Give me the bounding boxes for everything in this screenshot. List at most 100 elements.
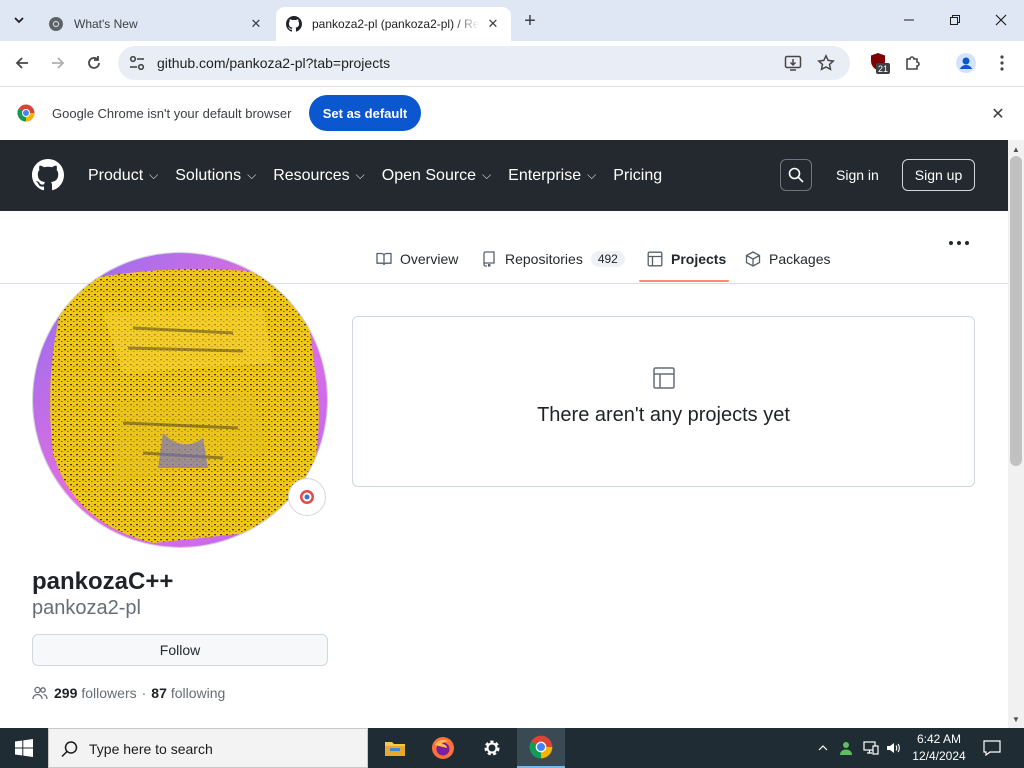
clock-date: 12/4/2024 [912,749,966,763]
sign-in-link[interactable]: Sign in [836,167,879,183]
chevron-up-icon [818,745,828,751]
table-icon [647,251,663,267]
nav-solutions[interactable]: Solutions ⌵ [175,167,256,185]
extensions-button[interactable] [899,49,927,77]
close-tab-icon[interactable]: ✕ [248,16,264,32]
extension-ublock-button[interactable]: 21 [865,49,893,77]
tab-projects[interactable]: Projects [647,247,726,271]
address-bar[interactable]: github.com/pankoza2-pl?tab=projects [118,46,850,80]
scrollbar-thumb[interactable] [1010,156,1022,466]
taskbar-search-placeholder: Type here to search [89,741,213,757]
chrome-menu-button[interactable] [988,49,1016,77]
reload-button[interactable] [80,49,108,77]
tab-whats-new[interactable]: What's New ✕ [38,7,274,41]
nav-label: Product [88,166,144,184]
taskbar-firefox[interactable] [419,728,467,768]
minimize-button[interactable] [886,0,932,40]
tray-user-icon[interactable] [837,728,855,768]
taskbar-settings[interactable] [468,728,516,768]
taskbar-chrome[interactable] [517,728,565,768]
stats-separator: · [141,685,147,701]
projects-blankslate: There aren't any projects yet [352,316,975,487]
minimize-icon [904,19,914,21]
tab-overview[interactable]: Overview [376,247,458,271]
network-icon [863,741,879,755]
kebab-menu-icon [1000,55,1004,71]
nav-pricing[interactable]: Pricing [613,167,662,185]
profile-display-name: pankozaC++ [32,568,174,595]
close-window-button[interactable] [978,0,1024,40]
close-tab-icon[interactable]: ✕ [485,16,501,32]
default-browser-infobar: Google Chrome isn't your default browser… [0,87,1024,140]
chevron-down-icon: ⌵ [482,168,492,182]
chevron-down-icon: ⌵ [149,168,159,182]
notifications-button[interactable] [976,728,1008,768]
taskbar-search-box[interactable]: Type here to search [48,728,368,768]
scroll-up-arrow-icon[interactable]: ▲ [1008,142,1024,156]
close-icon [995,14,1007,26]
tab-search-button[interactable] [8,9,30,31]
people-icon [32,686,48,700]
windows-taskbar: Type here to search 6:42 AM 12/4/2024 [0,728,1024,768]
search-icon [788,167,804,183]
clock-time: 6:42 AM [916,732,962,746]
gear-icon [484,740,500,756]
avatar[interactable] [32,252,328,548]
back-button[interactable] [8,49,36,77]
arrow-left-icon [15,57,28,69]
chrome-logo-icon [529,735,553,759]
volume-button[interactable] [884,728,904,768]
github-search-button[interactable] [780,159,812,191]
nav-enterprise[interactable]: Enterprise ⌵ [508,167,596,185]
set-as-default-button[interactable]: Set as default [309,95,421,131]
close-infobar-icon[interactable]: ✕ [988,104,1008,124]
table-icon [653,367,675,389]
nav-label: Enterprise [508,166,582,184]
followers-count: 299 [54,685,78,701]
sign-up-button[interactable]: Sign up [902,159,975,191]
chrome-logo-icon [17,104,35,122]
tab-label: Repositories [505,251,583,267]
install-app-button[interactable] [783,53,803,73]
infobar-message: Google Chrome isn't your default browser [52,106,292,121]
new-tab-button[interactable]: + [518,9,542,33]
tab-github-profile[interactable]: pankoza2-pl (pankoza2-pl) / Re ✕ [276,7,511,41]
site-info-icon[interactable] [128,54,146,72]
more-options-icon[interactable] [949,239,969,247]
start-button[interactable] [0,728,48,768]
url-text: github.com/pankoza2-pl?tab=projects [157,55,391,71]
taskbar-clock[interactable]: 6:42 AM 12/4/2024 [905,731,973,765]
nav-product[interactable]: Product ⌵ [88,167,158,185]
bookmark-button[interactable] [816,53,836,73]
puzzle-icon [906,56,920,70]
selected-tab-indicator [639,280,729,282]
profile-button[interactable] [952,49,980,77]
forward-button[interactable] [44,49,72,77]
nav-label: Resources [273,166,350,184]
followers-link[interactable]: 299 followers [54,685,137,701]
tab-title: pankoza2-pl (pankoza2-pl) / Re [312,17,479,31]
notification-icon [983,740,1001,756]
github-header: Product ⌵ Solutions ⌵ Resources ⌵ Open Sour… [0,140,1008,211]
chevron-down-icon: ⌵ [247,168,257,182]
speaker-icon [887,743,900,753]
following-label: following [170,685,226,701]
windows-logo-icon [15,739,33,757]
github-logo-icon[interactable] [32,159,64,191]
install-icon [784,55,802,71]
scroll-down-arrow-icon[interactable]: ▼ [1008,712,1024,726]
shield-extension-icon: 21 [871,53,890,74]
nav-resources[interactable]: Resources ⌵ [273,167,365,185]
network-button[interactable] [861,728,881,768]
firefox-icon [432,737,454,759]
tab-repositories[interactable]: Repositories 492 [481,247,625,271]
status-emoji-button[interactable] [288,478,326,516]
chevron-down-icon: ⌵ [355,168,365,182]
nav-open-source[interactable]: Open Source ⌵ [382,167,491,185]
show-hidden-icons-button[interactable] [814,728,832,768]
following-link[interactable]: 87 following [151,685,225,701]
follow-button[interactable]: Follow [32,634,328,666]
restore-button[interactable] [932,0,978,40]
taskbar-file-explorer[interactable] [371,728,419,768]
tab-packages[interactable]: Packages [745,247,830,271]
